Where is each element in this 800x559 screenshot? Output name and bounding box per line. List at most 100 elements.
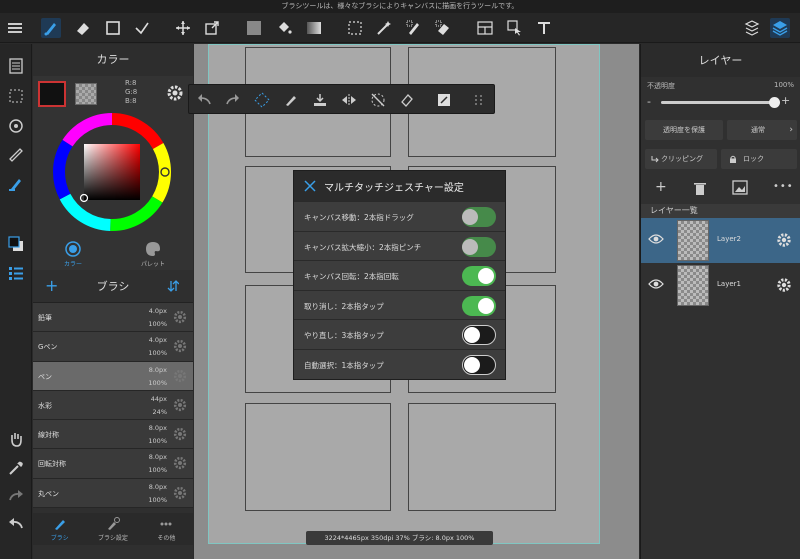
redo-icon[interactable] bbox=[5, 485, 27, 507]
text-tool-icon[interactable] bbox=[534, 18, 554, 38]
float-transform-icon[interactable] bbox=[252, 90, 272, 110]
dialog-title: マルチタッチジェスチャー設定 bbox=[324, 182, 464, 194]
menu-icon[interactable] bbox=[5, 18, 25, 38]
delete-layer-icon[interactable] bbox=[694, 182, 706, 195]
brush-item[interactable]: 回転対称 8.0px 100% bbox=[33, 449, 193, 479]
add-layer-icon[interactable]: + bbox=[655, 179, 667, 195]
float-deselect-icon[interactable] bbox=[368, 90, 388, 110]
gesture-toggle[interactable] bbox=[462, 295, 496, 316]
brush-opacity: 100% bbox=[148, 437, 167, 446]
lock-button[interactable]: ロック bbox=[721, 149, 797, 169]
ruler-icon[interactable] bbox=[5, 144, 27, 166]
color-swatch-icon[interactable] bbox=[5, 233, 27, 255]
brush-gear-icon[interactable] bbox=[173, 486, 187, 500]
float-grip-icon[interactable] bbox=[469, 90, 489, 110]
brush-opacity: 100% bbox=[148, 495, 167, 504]
float-pen-icon[interactable] bbox=[281, 90, 301, 110]
gradient-tool-icon[interactable] bbox=[304, 18, 324, 38]
hand-tool-icon[interactable] bbox=[5, 428, 27, 450]
close-icon[interactable] bbox=[304, 180, 316, 192]
gesture-toggle[interactable] bbox=[462, 266, 496, 287]
layer-settings-gear-icon[interactable] bbox=[776, 277, 792, 293]
brush-item[interactable]: 水彩 44px 24% bbox=[33, 390, 193, 421]
brush-gear-icon[interactable] bbox=[173, 398, 187, 412]
gesture-option-label: キャンバス回転：2本指回転 bbox=[304, 272, 399, 282]
float-fill-icon[interactable] bbox=[310, 90, 330, 110]
protect-alpha-button[interactable]: 透明度を保護 bbox=[645, 120, 723, 140]
float-redo-icon[interactable] bbox=[223, 90, 243, 110]
layer-settings-gear-icon[interactable] bbox=[776, 232, 792, 248]
top-toolbar bbox=[0, 13, 800, 43]
opacity-slider[interactable] bbox=[661, 97, 780, 108]
brush-gear-icon[interactable] bbox=[173, 339, 187, 353]
float-undo-icon[interactable] bbox=[194, 90, 214, 110]
tab-color[interactable]: カラー bbox=[33, 237, 113, 270]
operation-tool-icon[interactable] bbox=[505, 18, 525, 38]
chevron-right-icon: › bbox=[789, 125, 793, 135]
main-color-swatch[interactable] bbox=[38, 81, 66, 107]
brush-gear-icon[interactable] bbox=[173, 369, 187, 383]
frame-divider-icon[interactable] bbox=[475, 18, 495, 38]
tab-brush[interactable]: ブラシ bbox=[33, 513, 86, 545]
float-eraser-icon[interactable] bbox=[397, 90, 417, 110]
magic-wand-icon[interactable] bbox=[374, 18, 394, 38]
layer-more-icon[interactable]: ••• bbox=[773, 181, 794, 192]
gesture-toggle[interactable] bbox=[462, 354, 496, 375]
snap-pen-icon[interactable] bbox=[5, 173, 27, 195]
image-layer-icon[interactable] bbox=[732, 180, 748, 195]
layer-row[interactable]: Layer1 bbox=[641, 263, 800, 308]
brush-item[interactable]: Gペン 4.0px 100% bbox=[33, 332, 193, 362]
brush-opacity: 100% bbox=[148, 320, 167, 328]
blend-mode-button[interactable]: 通常 › bbox=[727, 120, 797, 140]
select-eraser-icon[interactable] bbox=[433, 18, 453, 38]
palette-icon bbox=[146, 242, 160, 256]
undo-icon[interactable] bbox=[5, 513, 27, 535]
materials-icon[interactable] bbox=[742, 18, 762, 38]
clipping-button[interactable]: クリッピング bbox=[645, 149, 717, 169]
rotate-canvas-icon[interactable] bbox=[5, 115, 27, 137]
layer-row[interactable]: Layer2 bbox=[641, 218, 800, 263]
tab-other[interactable]: その他 bbox=[140, 513, 193, 545]
sort-icon[interactable] bbox=[167, 279, 179, 293]
select-tool-icon[interactable] bbox=[345, 18, 365, 38]
eye-icon[interactable] bbox=[648, 278, 664, 290]
gesture-toggle[interactable] bbox=[462, 325, 496, 346]
transform-tool-icon[interactable] bbox=[202, 18, 222, 38]
color-wheel[interactable] bbox=[51, 111, 173, 233]
brush-item[interactable]: 線対称 8.0px 100% bbox=[33, 420, 193, 450]
eyedropper-icon[interactable] bbox=[5, 457, 27, 479]
eye-icon[interactable] bbox=[648, 233, 664, 245]
comic-frame bbox=[245, 403, 391, 511]
brush-item[interactable]: ペン 8.0px 100% bbox=[33, 361, 193, 391]
line-tool-icon[interactable] bbox=[132, 18, 152, 38]
layers-toggle-icon[interactable] bbox=[770, 18, 790, 38]
move-tool-icon[interactable] bbox=[173, 18, 193, 38]
opacity-minus-icon[interactable]: - bbox=[647, 95, 651, 108]
selection-panel-icon[interactable] bbox=[5, 85, 27, 107]
bucket-tool-icon[interactable] bbox=[274, 18, 294, 38]
b-value: B:8 bbox=[125, 97, 137, 105]
brush-list-icon[interactable] bbox=[5, 262, 27, 284]
eraser-tool-icon[interactable] bbox=[73, 18, 93, 38]
float-flip-icon[interactable] bbox=[339, 90, 359, 110]
brush-item[interactable]: 鉛筆 4.0px 100% bbox=[33, 303, 193, 333]
brush-gear-icon[interactable] bbox=[173, 310, 187, 324]
color-panel-title: カラー bbox=[33, 44, 193, 76]
tab-palette[interactable]: パレット bbox=[113, 237, 193, 270]
brush-item[interactable]: 丸ペン 8.0px 100% bbox=[33, 478, 193, 509]
sub-color-swatch[interactable] bbox=[75, 83, 97, 105]
add-brush-icon[interactable]: + bbox=[45, 276, 58, 295]
fill-color-icon[interactable] bbox=[244, 18, 264, 38]
brush-gear-icon[interactable] bbox=[173, 456, 187, 470]
tab-brush-settings[interactable]: ブラシ設定 bbox=[86, 513, 139, 545]
pages-icon[interactable] bbox=[5, 55, 27, 77]
gesture-toggle[interactable] bbox=[462, 236, 496, 257]
rectangle-tool-icon[interactable] bbox=[103, 18, 123, 38]
select-pen-icon[interactable] bbox=[404, 18, 424, 38]
brush-tool-icon[interactable] bbox=[41, 18, 61, 38]
gesture-toggle[interactable] bbox=[462, 207, 496, 227]
color-settings-gear-icon[interactable] bbox=[166, 84, 184, 102]
float-edit-icon[interactable] bbox=[434, 90, 454, 110]
opacity-plus-icon[interactable]: + bbox=[781, 94, 790, 107]
brush-gear-icon[interactable] bbox=[173, 427, 187, 441]
